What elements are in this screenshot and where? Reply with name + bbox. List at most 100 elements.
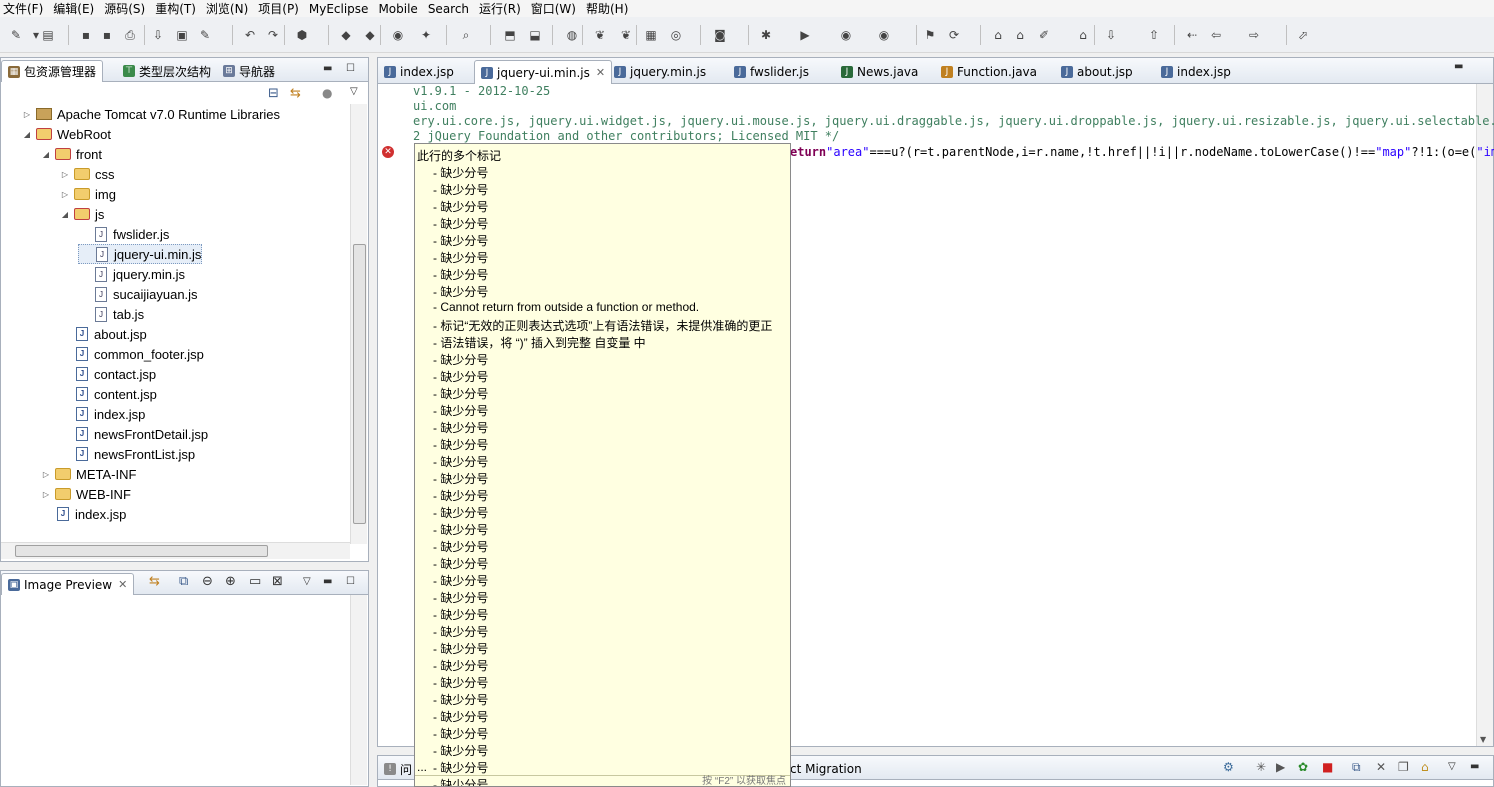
save-icon[interactable]: ▪ (78, 27, 94, 43)
tree-item[interactable]: Jsucaijiayuan.js (78, 284, 198, 304)
tree-item[interactable]: ▷ META-INF (40, 464, 137, 484)
editor-tab[interactable]: Jindex.jsp (378, 60, 460, 84)
camera-icon[interactable]: ◙ (712, 27, 728, 43)
open-folder-icon[interactable]: ⌂ (1421, 760, 1429, 774)
run-icon[interactable]: ▶ (797, 27, 813, 43)
next-annotation-icon[interactable]: ⇩ (1103, 27, 1119, 43)
menu-item[interactable]: 运行(R) (476, 1, 528, 17)
menu-item[interactable]: 重构(T) (152, 1, 203, 17)
console-toolbar-icon[interactable]: ⚙ (1223, 760, 1234, 774)
fit-window-icon[interactable]: ⊠ (272, 574, 283, 589)
open-folder-icon[interactable]: ⌂ (990, 27, 1006, 43)
tree-item[interactable]: Jindex.jsp (40, 504, 126, 524)
task-icon[interactable]: ⚑ (922, 27, 938, 43)
tree-item[interactable]: Jjquery.min.js (78, 264, 185, 284)
code-line[interactable]: 2 jQuery Foundation and other contributo… (413, 129, 839, 143)
menu-item[interactable]: 编辑(E) (50, 1, 101, 17)
menu-item[interactable]: 项目(P) (255, 1, 306, 17)
run-config-icon[interactable]: ⬓ (527, 27, 543, 43)
menu-item[interactable]: Search (425, 1, 476, 17)
menu-item[interactable]: 源码(S) (101, 1, 152, 17)
explorer-vertical-scrollbar[interactable] (350, 104, 367, 544)
editor-tab[interactable]: Jjquery.min.js (608, 60, 712, 84)
menu-item[interactable]: 浏览(N) (203, 1, 255, 17)
menu-item[interactable]: MyEclipse (306, 1, 376, 17)
bean-icon[interactable]: ❦ (618, 27, 634, 43)
save-all-icon[interactable]: ▪ (99, 27, 115, 43)
start-server-icon[interactable]: ✳ (1256, 760, 1266, 774)
tree-item[interactable]: Jjquery-ui.min.js (78, 244, 203, 264)
minimize-icon[interactable]: ▬ (323, 576, 332, 587)
view-menu-icon[interactable]: ▽ (1448, 761, 1456, 772)
view-menu-icon[interactable]: ● (322, 86, 332, 100)
expand-down-icon[interactable]: ◢ (21, 130, 33, 139)
external-tools-icon[interactable]: ◉ (876, 27, 892, 43)
tree-item[interactable]: Jtab.js (78, 304, 144, 324)
deploy-icon[interactable]: ⧉ (1352, 760, 1361, 775)
chevron-down-icon[interactable]: ▼ (1480, 735, 1486, 744)
redo-icon[interactable]: ↷ (265, 27, 281, 43)
class-icon[interactable]: ◆ (338, 27, 354, 43)
tree-item[interactable]: ◢ front (40, 144, 102, 164)
launch-icon[interactable]: ⬒ (502, 27, 518, 43)
minimize-icon[interactable]: ▬ (1470, 761, 1479, 772)
error-marker-icon[interactable]: ✕ (382, 146, 394, 158)
image-preview-scrollbar[interactable] (350, 595, 367, 785)
db-icon[interactable]: ◎ (668, 27, 684, 43)
tree-item[interactable]: ◢ js (59, 204, 104, 224)
debug-icon[interactable]: ✱ (758, 27, 774, 43)
editor-tab[interactable]: J Function.java (935, 60, 1043, 84)
chevron-down-icon[interactable]: ▽ (350, 86, 358, 97)
wizard-icon[interactable]: ✦ (418, 27, 434, 43)
editor-tab[interactable]: Jjquery-ui.min.js ✕ (474, 60, 613, 84)
remove-icon[interactable]: ✕ (1376, 760, 1386, 774)
minimize-icon[interactable]: ▬ (323, 63, 332, 74)
zoom-out-icon[interactable]: ⊖ (202, 574, 213, 589)
tree-item[interactable]: JnewsFrontList.jsp (59, 444, 195, 464)
menu-item[interactable]: 窗口(W) (528, 1, 583, 17)
expand-down-icon[interactable]: ◢ (40, 150, 52, 159)
tree-item[interactable]: ▷ css (59, 164, 115, 184)
pin-icon[interactable]: ✐ (1036, 27, 1052, 43)
search-icon[interactable]: ⌕ (458, 27, 474, 43)
menu-item[interactable]: 文件(F) (0, 1, 50, 17)
interface-icon[interactable]: ◆ (362, 27, 378, 43)
tab-image-preview[interactable]: ▣ Image Preview ✕ (1, 573, 135, 595)
scroll-thumb[interactable] (353, 244, 366, 524)
tree-item[interactable]: JnewsFrontDetail.jsp (59, 424, 208, 444)
coverage-icon[interactable]: ◉ (838, 27, 854, 43)
browse-icon[interactable]: ◉ (390, 27, 406, 43)
fit-image-icon[interactable]: ⧉ (179, 574, 188, 589)
tree-item[interactable]: ▷ img (59, 184, 116, 204)
code-line-error[interactable]: eturn"area"===u?(r=t.parentNode,i=r.name… (790, 145, 1494, 159)
tree-item[interactable]: Jindex.jsp (59, 404, 145, 424)
link-with-editor-icon[interactable]: ⇆ (290, 86, 301, 101)
tree-item[interactable]: Jcontact.jsp (59, 364, 156, 384)
zoom-in-icon[interactable]: ⊕ (225, 574, 236, 589)
open-type-icon[interactable]: ▤ (40, 27, 56, 43)
package-icon[interactable]: ⬢ (294, 27, 310, 43)
tab-type-hierarchy[interactable]: ⊤ 类型层次结构 (117, 60, 217, 82)
collapse-all-icon[interactable]: ⊟ (268, 86, 279, 101)
scroll-thumb[interactable] (15, 545, 268, 557)
prev-annotation-icon[interactable]: ⇧ (1146, 27, 1162, 43)
maximize-icon[interactable]: ☐ (346, 63, 355, 74)
print-icon[interactable]: ⎙ (122, 27, 138, 43)
expand-right-icon[interactable]: ▷ (40, 490, 52, 499)
forward-icon[interactable]: ⇨ (1246, 27, 1262, 43)
code-line[interactable]: v1.9.1 - 2012-10-25 (413, 84, 550, 98)
editor-tab[interactable]: Jindex.jsp (1155, 60, 1237, 84)
run-icon[interactable]: ▶ (1276, 760, 1285, 774)
back-edit-icon[interactable]: ⇠ (1184, 27, 1200, 43)
expand-right-icon[interactable]: ▷ (21, 110, 33, 119)
view-menu-icon[interactable]: ▽ (303, 576, 311, 587)
debug-icon[interactable]: ✿ (1298, 760, 1308, 774)
code-line[interactable]: ery.ui.core.js, jquery.ui.widget.js, jqu… (413, 114, 1494, 128)
tree-item[interactable]: ▷ WEB-INF (40, 484, 131, 504)
back-icon[interactable]: ⇦ (1208, 27, 1224, 43)
tree-item[interactable]: ▷ Apache Tomcat v7.0 Runtime Libraries (21, 104, 280, 124)
maximize-icon[interactable]: ☐ (346, 576, 355, 587)
server-icon[interactable]: ▣ (174, 27, 190, 43)
expand-right-icon[interactable]: ▷ (59, 190, 71, 199)
tool-icon[interactable]: ✎ (197, 27, 213, 43)
